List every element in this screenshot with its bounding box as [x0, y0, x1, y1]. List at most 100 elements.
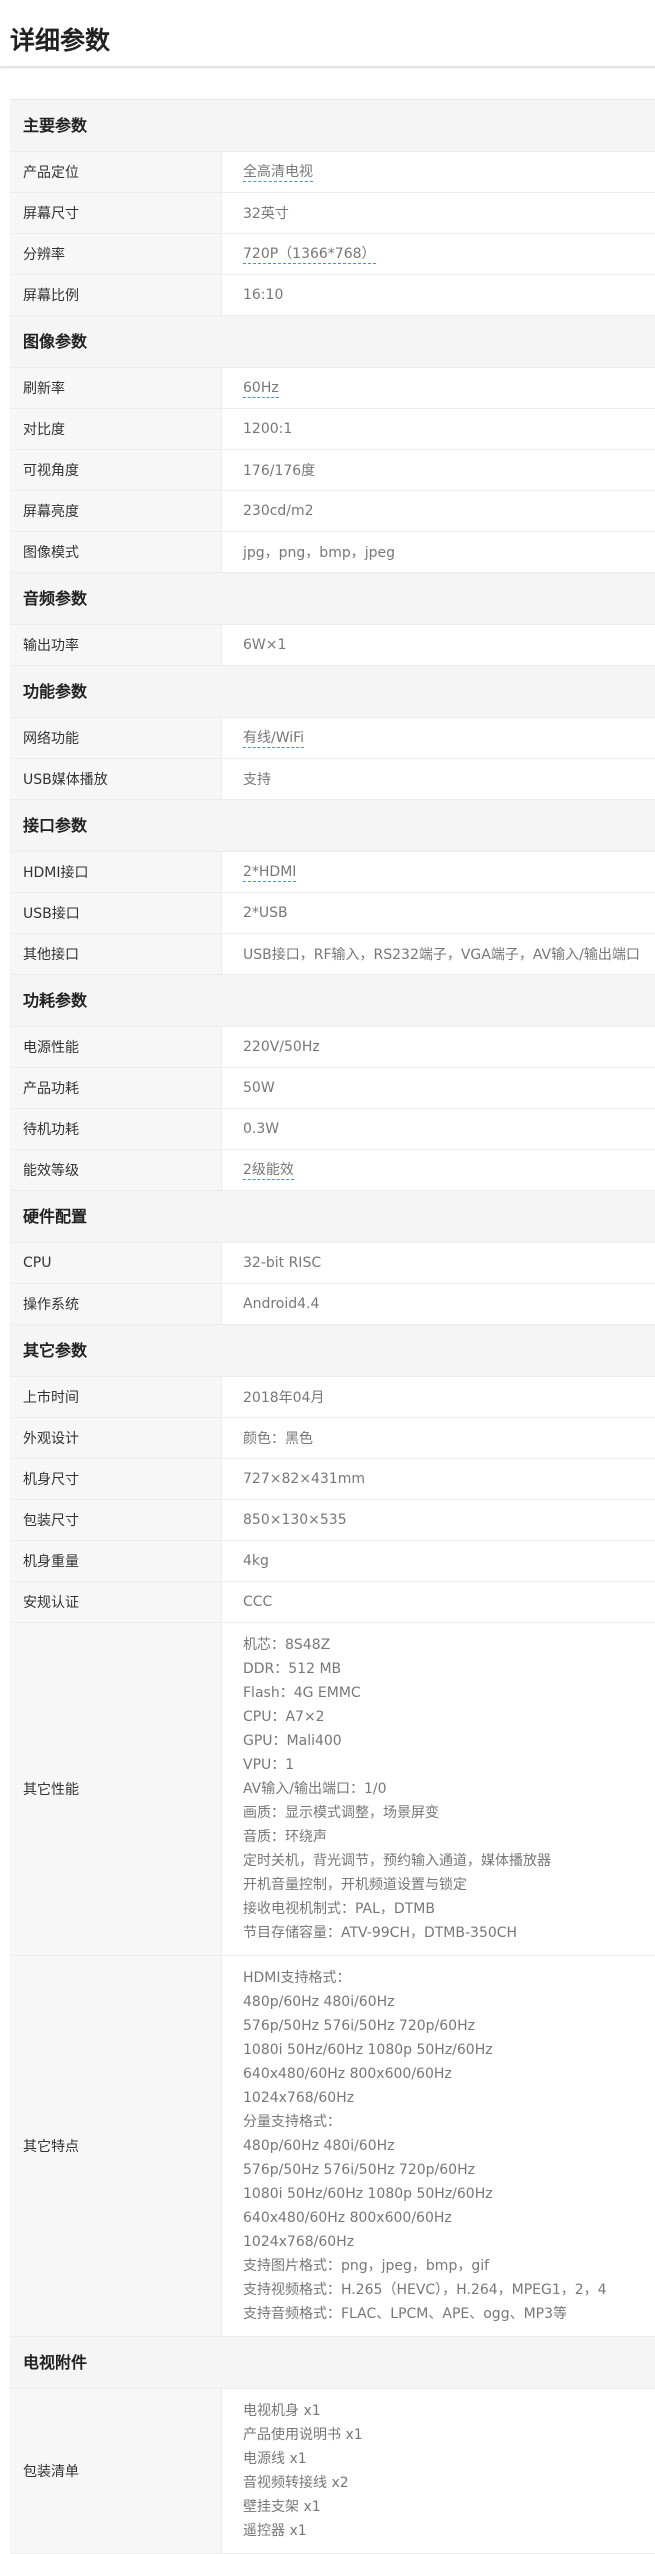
spec-key: 操作系统	[10, 1284, 222, 1324]
spec-value-line: 机芯：8S48Z	[243, 1637, 331, 1653]
spec-key: 待机功耗	[10, 1109, 222, 1149]
spec-key: 输出功率	[10, 625, 222, 665]
spec-row: 能效等级 2级能效	[10, 1150, 655, 1191]
spec-row: 屏幕尺寸 32英寸	[10, 193, 655, 234]
spec-key: 网络功能	[10, 718, 222, 758]
spec-row: 图像模式 jpg，png，bmp，jpeg	[10, 532, 655, 573]
spec-value-line: 1024x768/60Hz	[243, 2090, 355, 2106]
section-header: 图像参数	[10, 316, 655, 368]
spec-row: USB媒体播放 支持	[10, 759, 655, 800]
spec-value-line: 遥控器 x1	[243, 2523, 307, 2539]
spec-value-link[interactable]: 2*HDMI	[243, 863, 297, 882]
section-header: 功耗参数	[10, 975, 655, 1027]
spec-value-line: GPU：Mali400	[243, 1733, 342, 1749]
spec-value-line: 开机音量控制，开机频道设置与锁定	[243, 1877, 467, 1893]
spec-row: 刷新率 60Hz	[10, 368, 655, 409]
spec-value-link[interactable]: 全高清电视	[243, 163, 313, 182]
section-header: 主要参数	[10, 100, 655, 152]
spec-value-line: DDR：512 MB	[243, 1661, 342, 1677]
spec-key: 图像模式	[10, 532, 222, 572]
spec-value-line: 产品使用说明书 x1	[243, 2427, 363, 2443]
section-header: 电视附件	[10, 2337, 655, 2389]
spec-row: 产品功耗 50W	[10, 1068, 655, 1109]
section-header: 音频参数	[10, 573, 655, 625]
spec-value-line: 1080i 50Hz/60Hz 1080p 50Hz/60Hz	[243, 2186, 493, 2202]
spec-value-line: 电源线 x1	[243, 2451, 307, 2467]
spec-value: 2018年04月	[243, 1390, 325, 1406]
spec-value: 50W	[243, 1080, 275, 1096]
section-header: 其它参数	[10, 1325, 655, 1377]
spec-value: 6W×1	[243, 637, 287, 653]
spec-key: 屏幕尺寸	[10, 193, 222, 233]
spec-key: 其他接口	[10, 934, 222, 974]
spec-value-line: 音质：环绕声	[243, 1829, 327, 1845]
spec-row: 其他接口 USB接口，RF输入，RS232端子，VGA端子，AV输入/输出端口	[10, 934, 655, 975]
spec-value-link[interactable]: 有线/WiFi	[243, 729, 305, 748]
spec-key: 对比度	[10, 409, 222, 449]
spec-key: 包装清单	[10, 2389, 222, 2553]
spec-value-line: 支持视频格式：H.265（HEVC），H.264，MPEG1，2，4	[243, 2282, 607, 2298]
spec-value-link[interactable]: 2级能效	[243, 1161, 294, 1180]
spec-value-line: CPU：A7×2	[243, 1709, 325, 1725]
section-header: 功能参数	[10, 666, 655, 718]
spec-key: USB媒体播放	[10, 759, 222, 799]
spec-row: 屏幕亮度 230cd/m2	[10, 491, 655, 532]
spec-key: 屏幕亮度	[10, 491, 222, 531]
spec-key: 可视角度	[10, 450, 222, 490]
spec-value-line: 电视机身 x1	[243, 2403, 321, 2419]
spec-value: 支持	[243, 772, 271, 788]
spec-value: 176/176度	[243, 463, 316, 479]
spec-value: 全高清电视	[222, 152, 655, 192]
spec-value: 0.3W	[243, 1121, 280, 1137]
spec-key: 刷新率	[10, 368, 222, 408]
spec-key: 机身尺寸	[10, 1459, 222, 1499]
spec-value-line: 壁挂支架 x1	[243, 2499, 321, 2515]
spec-key: CPU	[10, 1243, 222, 1283]
spec-row: 外观设计 颜色：黑色	[10, 1418, 655, 1459]
spec-value: 1200:1	[243, 421, 293, 437]
spec-value: 32-bit RISC	[243, 1255, 322, 1271]
spec-row: 上市时间 2018年04月	[10, 1377, 655, 1418]
spec-key: 分辨率	[10, 234, 222, 274]
spec-value: 32英寸	[243, 206, 289, 222]
spec-value: 720P（1366*768）	[222, 234, 655, 274]
spec-key: 上市时间	[10, 1377, 222, 1417]
spec-key: 其它性能	[10, 1623, 222, 1955]
spec-key: 包装尺寸	[10, 1500, 222, 1540]
spec-value: 850×130×535	[243, 1512, 347, 1528]
spec-value-link[interactable]: 60Hz	[243, 379, 279, 398]
spec-value: HDMI支持格式： 480p/60Hz 480i/60Hz 576p/50Hz 57…	[222, 1956, 655, 2336]
spec-row: 待机功耗 0.3W	[10, 1109, 655, 1150]
spec-value-link[interactable]: 720P（1366*768）	[243, 245, 376, 264]
spec-row: 包装清单 电视机身 x1 产品使用说明书 x1 电源线 x1 音视频转接线 x2 壁挂支架…	[10, 2389, 655, 2554]
spec-key: 产品定位	[10, 152, 222, 192]
spec-value-line: AV输入/输出端口：1/0	[243, 1781, 387, 1797]
spec-value-line: 接收电视机制式：PAL，DTMB	[243, 1901, 435, 1917]
spec-value: 有线/WiFi	[222, 718, 655, 758]
spec-row: 对比度 1200:1	[10, 409, 655, 450]
spec-key: USB接口	[10, 893, 222, 933]
spec-value-line: 画质：显示模式调整，场景屏变	[243, 1805, 439, 1821]
spec-value: jpg，png，bmp，jpeg	[243, 545, 395, 561]
spec-value: 机芯：8S48Z DDR：512 MB Flash：4G EMMC CPU：A7×2 G…	[222, 1623, 655, 1955]
spec-value-line: 480p/60Hz 480i/60Hz	[243, 1994, 395, 2010]
spec-row: 可视角度 176/176度	[10, 450, 655, 491]
spec-row: HDMI接口 2*HDMI	[10, 852, 655, 893]
spec-value-line: 节目存储容量：ATV-99CH，DTMB-350CH	[243, 1925, 518, 1941]
spec-value-line: 1024x768/60Hz	[243, 2234, 355, 2250]
spec-value-line: 640x480/60Hz 800x600/60Hz	[243, 2210, 452, 2226]
spec-value-line: 1080i 50Hz/60Hz 1080p 50Hz/60Hz	[243, 2042, 493, 2058]
spec-value-line: 576p/50Hz 576i/50Hz 720p/60Hz	[243, 2018, 475, 2034]
spec-row: 操作系统 Android4.4	[10, 1284, 655, 1325]
spec-key: 外观设计	[10, 1418, 222, 1458]
spec-row: 机身尺寸 727×82×431mm	[10, 1459, 655, 1500]
spec-value-line: Flash：4G EMMC	[243, 1685, 361, 1701]
spec-row: 其它性能 机芯：8S48Z DDR：512 MB Flash：4G EMMC CPU：A…	[10, 1623, 655, 1956]
page-title: 详细参数	[10, 26, 111, 55]
spec-value: 16:10	[243, 287, 284, 303]
spec-value: CCC	[243, 1594, 273, 1610]
spec-value-line: 支持音频格式：FLAC、LPCM、APE、ogg、MP3等	[243, 2306, 568, 2322]
spec-value: 60Hz	[222, 368, 655, 408]
spec-key: 其它特点	[10, 1956, 222, 2336]
spec-value-line: VPU：1	[243, 1757, 295, 1773]
